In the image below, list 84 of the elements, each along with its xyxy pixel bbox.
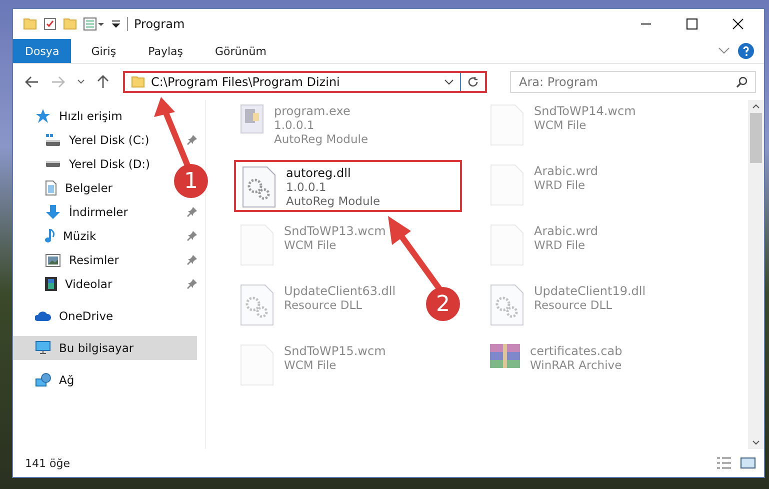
pin-icon[interactable] xyxy=(187,135,197,145)
checkmark-icon[interactable] xyxy=(43,17,57,31)
file-detail: WRD File xyxy=(534,238,586,252)
sidebar-item[interactable]: Resimler xyxy=(23,248,123,272)
pin-icon[interactable] xyxy=(187,255,197,265)
file-detail: WCM File xyxy=(284,358,338,372)
star-icon xyxy=(35,108,51,124)
file-detail: Resource DLL xyxy=(284,298,364,312)
window-title: Program xyxy=(134,17,185,31)
document-icon xyxy=(45,180,57,196)
scrollbar-thumb[interactable] xyxy=(750,113,762,163)
sidebar-item[interactable]: Belgeler xyxy=(23,176,117,200)
sidebar-item[interactable]: Müzik xyxy=(23,224,100,248)
file-name: Arabic.wrd xyxy=(534,164,598,178)
ribbon-tab[interactable]: Paylaş xyxy=(136,39,195,63)
refresh-icon[interactable] xyxy=(467,76,479,88)
file-name: autoreg.dll xyxy=(286,166,352,180)
music-note-icon xyxy=(45,229,55,243)
scroll-down-icon[interactable] xyxy=(752,440,760,445)
gear-file-icon xyxy=(242,166,276,208)
up-arrow-icon[interactable] xyxy=(97,75,109,89)
sidebar-item[interactable]: Videolar xyxy=(23,272,116,296)
properties-icon[interactable] xyxy=(83,17,105,31)
film-icon xyxy=(45,277,57,291)
cloud-icon xyxy=(35,311,51,321)
down-arrow-icon xyxy=(45,204,61,220)
maximize-icon[interactable] xyxy=(686,18,698,30)
pin-icon[interactable] xyxy=(187,207,197,217)
file-detail: AutoReg Module xyxy=(286,194,380,208)
ribbon-tab[interactable]: Dosya xyxy=(13,39,72,63)
chevron-down-icon[interactable] xyxy=(77,79,85,85)
ribbon-tab[interactable]: Görünüm xyxy=(203,39,278,63)
minimize-icon[interactable] xyxy=(640,23,652,25)
file-detail: 1.0.0.1 xyxy=(274,118,316,132)
file-name: UpdateClient63.dll xyxy=(284,284,396,298)
caret-icon[interactable] xyxy=(111,20,121,28)
file-name: certificates.cab xyxy=(530,344,622,358)
chevron-down-icon[interactable] xyxy=(444,79,454,85)
large-icons-view-icon[interactable] xyxy=(740,457,756,469)
file-detail: AutoReg Module xyxy=(274,132,368,146)
pin-icon[interactable] xyxy=(187,231,197,241)
drive-icon xyxy=(45,134,61,146)
sidebar-item[interactable]: Ağ xyxy=(13,368,78,392)
pin-icon[interactable] xyxy=(187,279,197,289)
help-icon[interactable] xyxy=(738,43,754,59)
archive-icon xyxy=(490,344,520,368)
file-detail: Resource DLL xyxy=(534,298,614,312)
file-name: SndToWP15.wcm xyxy=(284,344,386,358)
address-bar[interactable]: C:\Program Files\Program Dizini xyxy=(123,71,487,93)
item-count: 141 öğe xyxy=(25,456,70,470)
file-name: program.exe xyxy=(274,104,352,118)
monitor-icon xyxy=(35,341,51,355)
sidebar-item[interactable]: OneDrive xyxy=(13,304,118,328)
file-detail: WinRAR Archive xyxy=(530,358,622,372)
sidebar-item[interactable]: Hızlı erişim xyxy=(13,104,126,128)
details-view-icon[interactable] xyxy=(716,457,732,469)
file-detail: WCM File xyxy=(284,238,338,252)
gear-file-icon xyxy=(490,284,524,326)
sidebar-item[interactable]: Yerel Disk (C:) xyxy=(23,128,154,152)
folder-icon xyxy=(131,76,145,88)
scroll-up-icon[interactable] xyxy=(752,104,760,109)
network-icon xyxy=(35,373,51,387)
picture-icon xyxy=(45,254,61,266)
sidebar-item[interactable]: Bu bilgisayar xyxy=(13,336,197,360)
file-detail: 1.0.0.1 xyxy=(286,180,328,194)
step-number-badge: 2 xyxy=(426,287,460,321)
search-field[interactable]: Ara: Program xyxy=(510,71,756,93)
sidebar-item[interactable]: Yerel Disk (D:) xyxy=(23,152,154,176)
file-detail: WCM File xyxy=(534,118,588,132)
close-icon[interactable] xyxy=(732,18,744,30)
search-icon xyxy=(736,76,748,88)
file-name: SndToWP13.wcm xyxy=(284,224,386,238)
file-name: SndToWP14.wcm xyxy=(534,104,636,118)
drive-icon xyxy=(45,161,61,167)
gear-file-icon xyxy=(240,284,274,326)
file-detail: WRD File xyxy=(534,178,586,192)
step-number-badge: 1 xyxy=(174,164,208,198)
application-icon xyxy=(240,104,264,134)
sidebar-item[interactable]: İndirmeler xyxy=(23,200,132,224)
file-name: Arabic.wrd xyxy=(534,224,598,238)
ribbon-tab[interactable]: Giriş xyxy=(79,39,128,63)
back-arrow-icon[interactable] xyxy=(25,76,39,88)
file-name: UpdateClient19.dll xyxy=(534,284,646,298)
file-item[interactable]: autoreg.dll 1.0.0.1 AutoReg Module xyxy=(234,160,462,212)
